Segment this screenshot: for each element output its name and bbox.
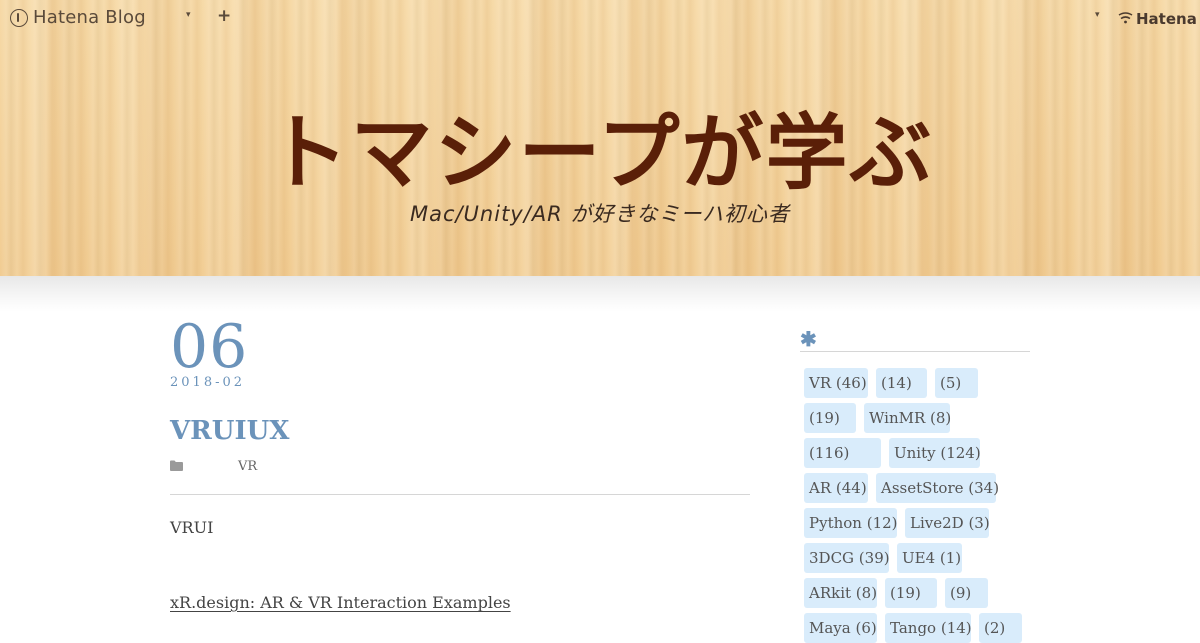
tag-item[interactable]: (2) bbox=[979, 613, 1022, 643]
tag-item[interactable]: (19) bbox=[804, 403, 856, 433]
entry-external-link[interactable]: xR.design: AR & VR Interaction Examples bbox=[170, 593, 511, 612]
tag-item[interactable]: ARkit (8) bbox=[804, 578, 877, 608]
hatena-link[interactable]: Hatena bbox=[1136, 10, 1197, 28]
entry-paragraph: VRUI bbox=[170, 518, 214, 537]
folder-icon bbox=[170, 460, 183, 471]
global-header: Hatena Blog ▾ + ▾ Hatena bbox=[0, 0, 1200, 36]
tag-item[interactable]: AR (44) bbox=[804, 473, 868, 503]
blog-header: Hatena Blog ▾ + ▾ Hatena トマシープが学ぶ Mac/Un… bbox=[0, 0, 1200, 276]
tag-item[interactable]: Live2D (3) bbox=[905, 508, 990, 538]
hatena-blog-logo[interactable]: Hatena Blog bbox=[10, 7, 146, 28]
tag-item[interactable]: (19) bbox=[885, 578, 937, 608]
tag-item[interactable]: UE4 (1) bbox=[897, 543, 962, 573]
entry-category-link[interactable]: VR bbox=[238, 459, 257, 474]
blog-description: Mac/Unity/AR が好きなミーハ初心者 bbox=[409, 202, 791, 226]
entry-divider bbox=[170, 494, 750, 495]
hatena-blog-logo-text: Hatena Blog bbox=[33, 7, 146, 28]
blog-title[interactable]: トマシープが学ぶ bbox=[0, 86, 1200, 205]
tag-item[interactable]: (14) bbox=[876, 368, 927, 398]
tag-item[interactable]: AssetStore (34) bbox=[876, 473, 999, 503]
hatena-blog-logo-icon bbox=[10, 8, 28, 27]
tag-item[interactable]: (5) bbox=[935, 368, 978, 398]
tag-item[interactable]: (9) bbox=[945, 578, 988, 608]
tag-item[interactable]: 3DCG (39) bbox=[804, 543, 890, 573]
add-entry-button[interactable]: + bbox=[217, 6, 231, 26]
tag-item[interactable]: WinMR (8) bbox=[864, 403, 951, 433]
user-menu-dropdown-icon[interactable]: ▾ bbox=[1095, 10, 1100, 20]
tag-item[interactable]: Python (12) bbox=[804, 508, 898, 538]
blog-menu-dropdown-icon[interactable]: ▾ bbox=[186, 10, 191, 20]
sidebar-heading-icon: ✱ bbox=[800, 327, 817, 351]
header-shadow bbox=[0, 276, 1200, 312]
tag-item[interactable]: Maya (6) bbox=[804, 613, 877, 643]
tag-item[interactable]: Unity (124) bbox=[889, 438, 981, 468]
tag-item[interactable]: (116) bbox=[804, 438, 881, 468]
hatena-mark-icon bbox=[1118, 12, 1133, 24]
entry-date-year-month[interactable]: 2018-02 bbox=[170, 375, 245, 390]
sidebar-divider bbox=[800, 351, 1030, 352]
entry-title[interactable]: VRUIUX bbox=[170, 416, 289, 446]
tag-item[interactable]: Tango (14) bbox=[885, 613, 972, 643]
entry-date-day[interactable]: 06 bbox=[170, 312, 248, 382]
tag-item[interactable]: VR (46) bbox=[804, 368, 868, 398]
